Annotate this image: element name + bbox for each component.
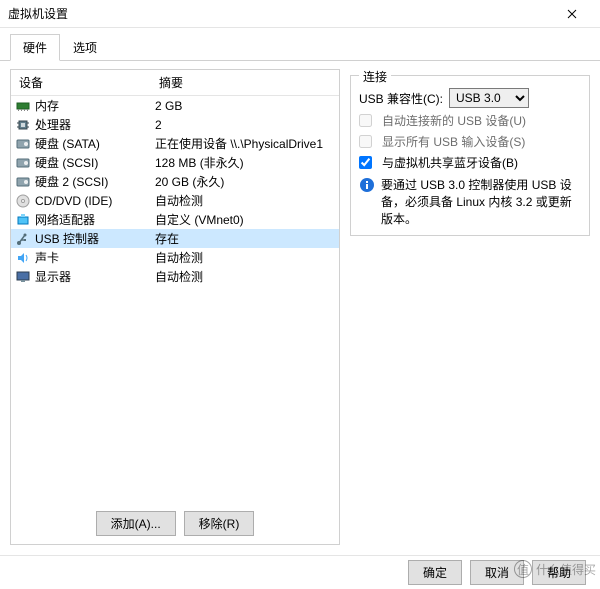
close-button[interactable] [552,0,592,28]
cd-icon [15,193,31,209]
add-button[interactable]: 添加(A)... [96,511,176,536]
table-row[interactable]: USB 控制器 存在 [11,229,339,248]
tab-options[interactable]: 选项 [60,34,110,60]
device-name: 硬盘 2 (SCSI) [35,173,108,190]
usb-compat-label: USB 兼容性(C): [359,90,443,107]
device-summary: 正在使用设备 \\.\PhysicalDrive1 [151,135,339,152]
tab-hardware[interactable]: 硬件 [10,34,60,61]
info-text: 要通过 USB 3.0 控制器使用 USB 设备，必须具备 Linux 内核 3… [381,177,581,227]
disk-icon [15,136,31,152]
device-summary: 2 GB [151,99,339,113]
device-summary: 自动检测 [151,249,339,266]
device-summary: 128 MB (非永久) [151,154,339,171]
device-name: USB 控制器 [35,230,99,247]
table-row[interactable]: 硬盘 2 (SCSI) 20 GB (永久) [11,172,339,191]
device-name: 网络适配器 [35,211,95,228]
cancel-button[interactable]: 取消 [470,560,524,585]
group-connections-title: 连接 [359,68,391,85]
table-row[interactable]: 处理器 2 [11,115,339,134]
table-row[interactable]: 硬盘 (SATA) 正在使用设备 \\.\PhysicalDrive1 [11,134,339,153]
remove-button[interactable]: 移除(R) [184,511,255,536]
close-icon [567,9,577,19]
window-title: 虚拟机设置 [8,5,552,22]
disk-icon [15,174,31,190]
device-name: CD/DVD (IDE) [35,194,112,208]
disk-icon [15,155,31,171]
table-row[interactable]: 内存 2 GB [11,96,339,115]
usb-compat-select[interactable]: USB 3.0 [449,88,529,108]
device-name: 硬盘 (SCSI) [35,154,98,171]
device-name: 内存 [35,97,59,114]
device-summary: 自定义 (VMnet0) [151,211,339,228]
usb-icon [15,231,31,247]
share-bt-label: 与虚拟机共享蓝牙设备(B) [382,154,518,171]
table-row[interactable]: 硬盘 (SCSI) 128 MB (非永久) [11,153,339,172]
ok-button[interactable]: 确定 [408,560,462,585]
help-button[interactable]: 帮助 [532,560,586,585]
device-summary: 20 GB (永久) [151,173,339,190]
net-icon [15,212,31,228]
header-summary: 摘要 [151,70,339,95]
table-row[interactable]: 显示器 自动检测 [11,267,339,286]
auto-connect-checkbox [359,114,372,127]
info-icon [359,177,375,193]
memory-icon [15,98,31,114]
show-all-checkbox [359,135,372,148]
device-list: 内存 2 GB 处理器 2 硬盘 (SATA) 正在使用设备 \\.\PhysicalDr… [11,96,339,503]
device-name: 硬盘 (SATA) [35,135,100,152]
table-row[interactable]: 声卡 自动检测 [11,248,339,267]
device-name: 声卡 [35,249,59,266]
device-summary: 2 [151,118,339,132]
device-name: 显示器 [35,268,71,285]
show-all-label: 显示所有 USB 输入设备(S) [382,133,525,150]
header-device: 设备 [11,70,151,95]
device-summary: 自动检测 [151,192,339,209]
device-summary: 存在 [151,230,339,247]
table-row[interactable]: 网络适配器 自定义 (VMnet0) [11,210,339,229]
share-bt-checkbox[interactable] [359,156,372,169]
device-summary: 自动检测 [151,268,339,285]
cpu-icon [15,117,31,133]
display-icon [15,269,31,285]
auto-connect-label: 自动连接新的 USB 设备(U) [382,112,526,129]
device-name: 处理器 [35,116,71,133]
table-row[interactable]: CD/DVD (IDE) 自动检测 [11,191,339,210]
sound-icon [15,250,31,266]
